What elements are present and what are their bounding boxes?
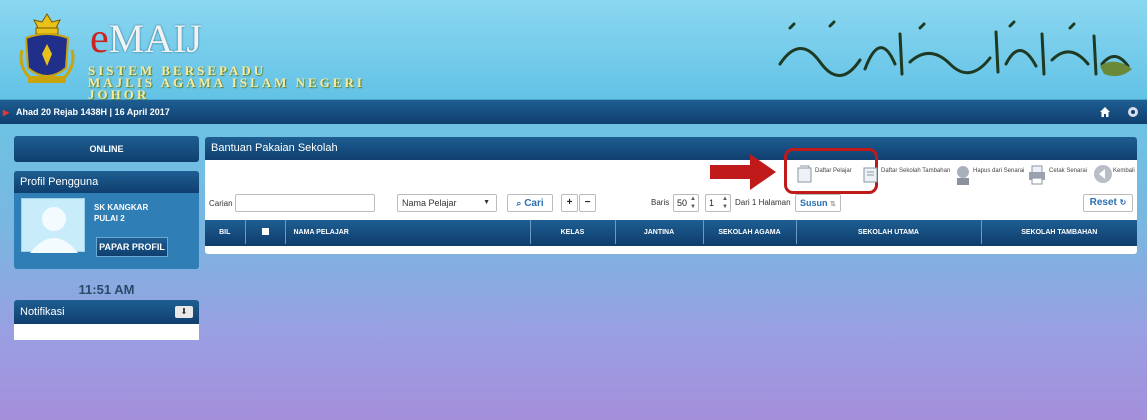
johor-crest-logo <box>19 13 75 83</box>
date-bar: ▶ Ahad 20 Rejab 1438H | 16 April 2017 <box>0 100 1147 124</box>
arrow-right-icon: ▶ <box>3 108 10 117</box>
reset-button[interactable]: Reset ↻ <box>1083 194 1133 212</box>
online-status: ONLINE <box>14 136 199 162</box>
col-bil[interactable]: BIL <box>205 220 246 244</box>
search-button[interactable]: ⌕ Cari <box>507 194 553 212</box>
stepper-arrows-icon: ▲ ▼ <box>722 196 728 210</box>
refresh-icon: ↻ <box>1119 198 1127 207</box>
user-profile-panel: Profil Pengguna SK KANGKAR PULAI 2 PAPAR… <box>14 171 199 269</box>
col-kelas[interactable]: KELAS <box>530 220 616 244</box>
sort-icon: ⇅ <box>830 201 836 208</box>
daftar-pelajar-button[interactable]: Daftar Pelajar <box>795 164 857 186</box>
avatar <box>21 198 85 253</box>
emaij-logo-text: eMAIJ <box>90 16 202 62</box>
current-date: Ahad 20 Rejab 1438H | 16 April 2017 <box>16 107 170 117</box>
table-header-row: BIL NAMA PELAJAR KELAS JANTINA SEKOLAH A… <box>205 220 1137 244</box>
sort-button[interactable]: Susun ⇅ <box>795 194 841 212</box>
chevron-down-icon: ▼ <box>483 199 490 206</box>
search-row: Carian Nama Pelajar ▼ ⌕ Cari + − Baris 5… <box>205 194 1137 214</box>
rows-label: Baris <box>651 198 670 207</box>
checkbox[interactable] <box>261 227 269 235</box>
col-sekolah-tambahan[interactable]: SEKOLAH TAMBAHAN <box>981 220 1137 244</box>
minus-icon[interactable]: − <box>579 194 596 212</box>
download-icon[interactable]: ⬇ <box>175 306 193 318</box>
kembali-button[interactable]: Kembali <box>1093 164 1137 186</box>
page-number-stepper[interactable]: 1 ▲ ▼ <box>705 194 731 212</box>
notification-title: Notifikasi ⬇ <box>14 300 199 324</box>
stepper-arrows-icon: ▲ ▼ <box>690 196 696 210</box>
page-count-label: Dari 1 Halaman <box>735 198 791 207</box>
notification-panel: Notifikasi ⬇ <box>14 300 199 342</box>
home-icon[interactable] <box>1098 105 1112 119</box>
plus-icon[interactable]: + <box>561 194 578 212</box>
main-panel: Daftar Pelajar Daftar Sekolah Tambahan H… <box>205 148 1137 254</box>
school-name: SK KANGKAR PULAI 2 <box>94 203 149 223</box>
search-field-select[interactable]: Nama Pelajar ▼ <box>397 194 497 212</box>
col-nama-pelajar[interactable]: NAMA PELAJAR <box>285 220 531 244</box>
search-icon: ⌕ <box>516 198 522 208</box>
col-sekolah-agama[interactable]: SEKOLAH AGAMA <box>703 220 797 244</box>
search-label: Carian <box>209 199 233 208</box>
notification-body <box>14 324 199 340</box>
cetak-senarai-button[interactable]: Cetak Senarai <box>1027 164 1093 186</box>
profile-title: Profil Pengguna <box>14 171 199 193</box>
add-school-document-icon <box>863 167 878 183</box>
view-profile-button[interactable]: PAPAR PROFIL <box>96 237 168 257</box>
col-jantina[interactable]: JANTINA <box>615 220 704 244</box>
printer-icon <box>1029 165 1045 185</box>
add-document-icon <box>797 165 812 183</box>
red-pointer-arrow <box>710 154 776 190</box>
clock: 11:51 AM <box>78 282 135 297</box>
back-arrow-icon <box>1094 165 1112 183</box>
col-sekolah-utama[interactable]: SEKOLAH UTAMA <box>796 220 982 244</box>
col-select-all[interactable] <box>245 220 286 244</box>
search-input[interactable] <box>235 194 375 212</box>
settings-icon[interactable] <box>1126 105 1140 119</box>
rows-per-page-stepper[interactable]: 50 ▲ ▼ <box>673 194 699 212</box>
jawi-calligraphy-logo <box>778 20 1132 77</box>
divider <box>205 244 1137 246</box>
system-subtitle: SISTEM BERSEPADU MAJLIS AGAMA ISLAM NEGE… <box>88 63 365 102</box>
daftar-sekolah-tambahan-button[interactable]: Daftar Sekolah Tambahan <box>861 164 951 186</box>
app-header: eMAIJ SISTEM BERSEPADU MAJLIS AGAMA ISLA… <box>0 0 1147 102</box>
page-title: Bantuan Pakaian Sekolah <box>205 137 1137 160</box>
student-table: BIL NAMA PELAJAR KELAS JANTINA SEKOLAH A… <box>205 220 1137 244</box>
user-silhouette-icon <box>30 207 78 253</box>
remove-user-icon <box>957 166 969 185</box>
hapus-dari-senarai-button[interactable]: Hapus dari Senarai <box>953 164 1024 186</box>
